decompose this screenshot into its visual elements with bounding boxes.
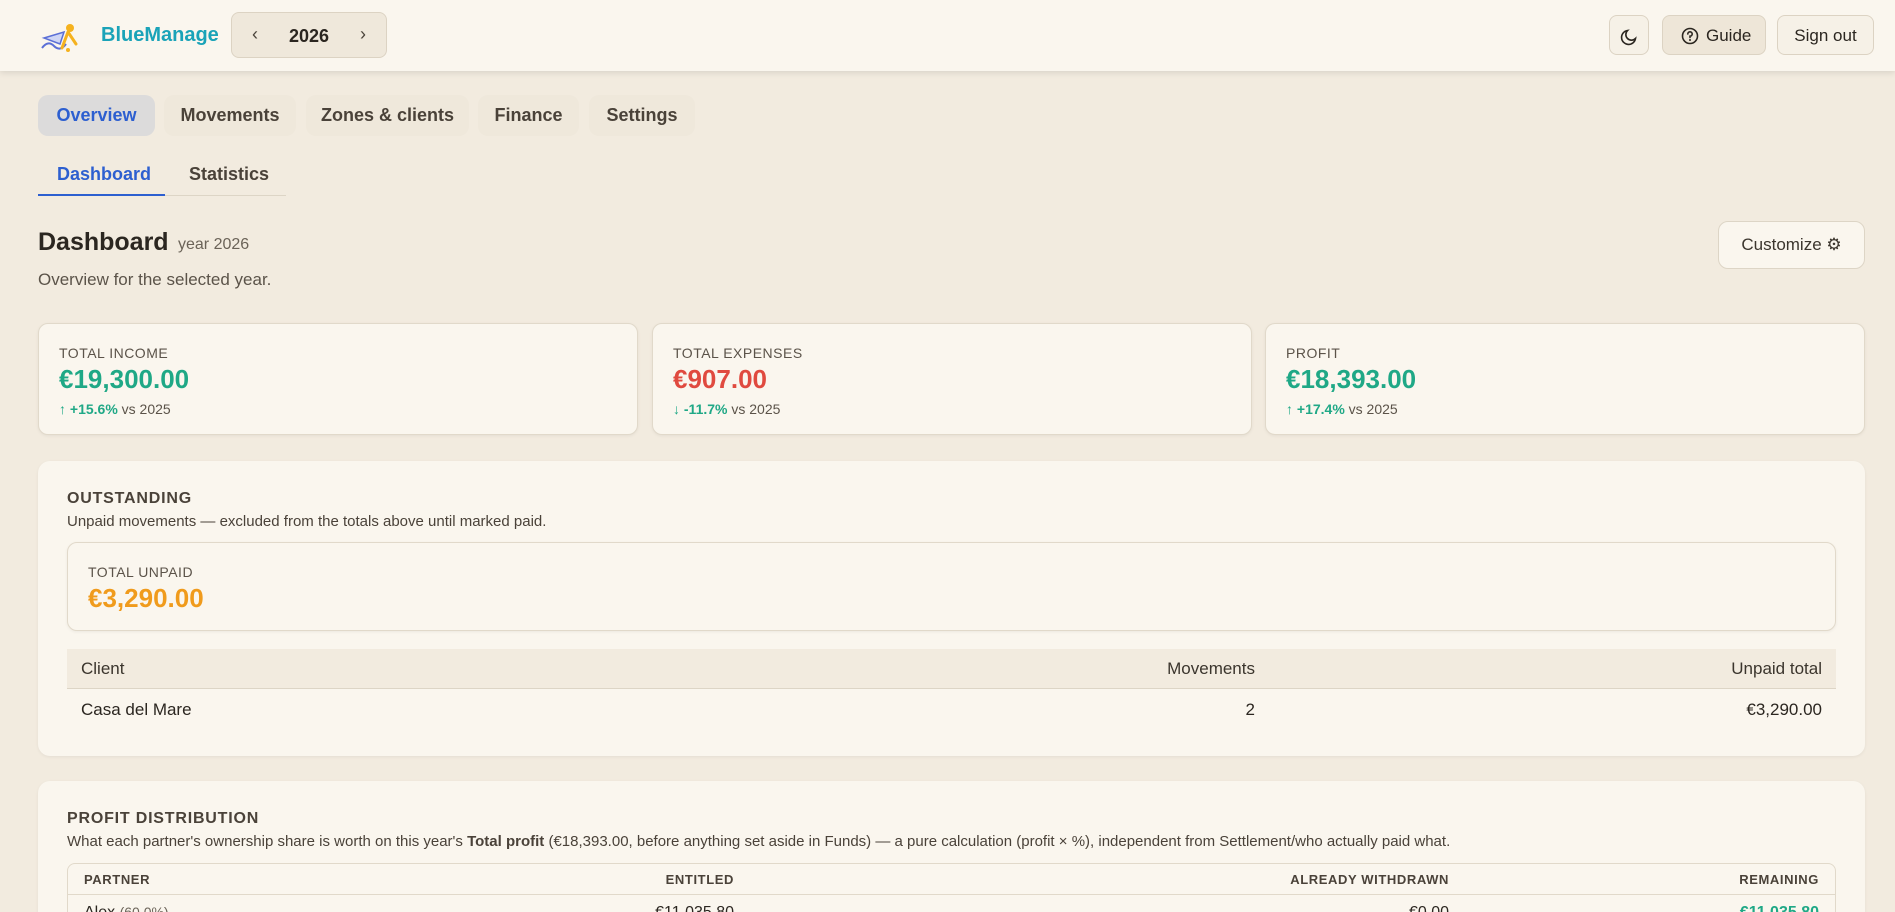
tab-finance[interactable]: Finance (478, 95, 579, 136)
kpi-label: TOTAL EXPENSES (673, 345, 803, 361)
tab-settings[interactable]: Settings (589, 95, 695, 136)
sub-tabs: Dashboard Statistics (38, 157, 286, 196)
total-unpaid-card: TOTAL UNPAID €3,290.00 (67, 542, 1836, 631)
column-header-movements[interactable]: Movements (1167, 659, 1255, 679)
cell-movements: 2 (1245, 700, 1255, 719)
total-unpaid-value: €3,290.00 (88, 583, 204, 613)
arrow-up-icon: ↑ (1286, 401, 1293, 417)
description-text: What each partner's ownership share is w… (67, 833, 468, 850)
outstanding-table-header: Client Movements Unpaid total (67, 649, 1836, 689)
guide-button[interactable]: Guide (1662, 15, 1766, 55)
tab-movements[interactable]: Movements (164, 95, 296, 136)
active-subtab-indicator (38, 194, 165, 196)
cell-unpaid-total: €3,290.00 (1746, 700, 1822, 719)
theme-toggle-button[interactable] (1609, 15, 1649, 55)
description-emphasis: Total profit (467, 833, 545, 850)
cell-entitled: €11,035.80 (655, 904, 734, 912)
kpi-card-profit: PROFIT €18,393.00 ↑ +17.4% vs 2025 (1265, 323, 1865, 435)
partner-share: (60.0%) (119, 904, 169, 912)
kpi-delta: ↑ +15.6% vs 2025 (59, 401, 171, 417)
profit-distribution-table-header: PARTNER ENTITLED ALREADY WITHDRAWN REMAI… (68, 864, 1835, 895)
outstanding-description: Unpaid movements — excluded from the tot… (67, 513, 547, 530)
year-selector: ‹ 2026 › (231, 12, 387, 58)
logo-icon (41, 24, 78, 52)
outstanding-title: OUTSTANDING (67, 490, 192, 507)
partner-name: Alex (84, 904, 115, 912)
kpi-delta-compare: vs 2025 (121, 401, 171, 417)
arrow-up-icon: ↑ (59, 401, 66, 417)
brand-name[interactable]: BlueManage (101, 24, 219, 47)
total-unpaid-label: TOTAL UNPAID (88, 564, 194, 580)
customize-button[interactable]: Customize ⚙ (1718, 221, 1865, 269)
profit-distribution-title: PROFIT DISTRIBUTION (67, 810, 260, 827)
kpi-delta-value: +15.6% (69, 401, 118, 417)
column-header-partner[interactable]: PARTNER (84, 872, 150, 887)
kpi-delta-compare: vs 2025 (731, 401, 781, 417)
kpi-value: €907.00 (673, 364, 767, 394)
column-header-client[interactable]: Client (81, 659, 124, 679)
column-header-unpaid-total[interactable]: Unpaid total (1731, 659, 1822, 679)
kpi-value: €18,393.00 (1286, 364, 1417, 394)
kpi-card-income: TOTAL INCOME €19,300.00 ↑ +15.6% vs 2025 (38, 323, 638, 435)
profit-distribution-panel: PROFIT DISTRIBUTION What each partner's … (38, 781, 1865, 912)
kpi-delta-value: +17.4% (1296, 401, 1345, 417)
tab-zones-clients[interactable]: Zones & clients (306, 95, 469, 136)
table-row[interactable]: Alex (60.0%) €11,035.80 €0.00 €11,035.80 (68, 896, 1835, 912)
page-title: Dashboard (38, 228, 169, 256)
kpi-delta-compare: vs 2025 (1348, 401, 1398, 417)
page-subtitle: Overview for the selected year. (38, 270, 272, 289)
profit-distribution-description: What each partner's ownership share is w… (67, 833, 1450, 850)
cell-remaining: €11,035.80 (1740, 904, 1819, 912)
tab-overview[interactable]: Overview (38, 95, 155, 136)
cell-already-withdrawn: €0.00 (1409, 904, 1449, 912)
help-icon (1681, 27, 1699, 45)
kpi-value: €19,300.00 (59, 364, 190, 394)
arrow-down-icon: ↓ (673, 401, 680, 417)
profit-distribution-table: PARTNER ENTITLED ALREADY WITHDRAWN REMAI… (67, 863, 1836, 912)
table-row[interactable]: Casa del Mare 2 €3,290.00 (67, 690, 1836, 730)
top-bar: BlueManage ‹ 2026 › Guide Sign out (0, 0, 1895, 71)
column-header-remaining[interactable]: REMAINING (1739, 872, 1819, 887)
kpi-card-expenses: TOTAL EXPENSES €907.00 ↓ -11.7% vs 2025 (652, 323, 1252, 435)
sign-out-button[interactable]: Sign out (1777, 15, 1874, 55)
kpi-delta: ↓ -11.7% vs 2025 (673, 401, 780, 417)
column-header-entitled[interactable]: ENTITLED (666, 872, 734, 887)
page-year-label: year 2026 (178, 236, 250, 253)
description-text: (€18,393.00, before anything set aside i… (544, 833, 1451, 850)
kpi-label: PROFIT (1286, 345, 1341, 361)
kpi-delta-value: -11.7% (683, 401, 728, 417)
sign-out-label: Sign out (1794, 26, 1857, 45)
next-year-button[interactable]: › (353, 24, 373, 45)
cell-partner: Alex (60.0%) (84, 904, 169, 912)
column-header-already-withdrawn[interactable]: ALREADY WITHDRAWN (1290, 872, 1449, 887)
kpi-delta: ↑ +17.4% vs 2025 (1286, 401, 1398, 417)
kpi-label: TOTAL INCOME (59, 345, 169, 361)
moon-icon (1620, 29, 1637, 46)
outstanding-panel: OUTSTANDING Unpaid movements — excluded … (38, 461, 1865, 756)
subtab-dashboard[interactable]: Dashboard (57, 164, 151, 185)
cell-client: Casa del Mare (81, 700, 192, 719)
subtab-statistics[interactable]: Statistics (189, 164, 269, 185)
guide-label: Guide (1706, 26, 1752, 45)
